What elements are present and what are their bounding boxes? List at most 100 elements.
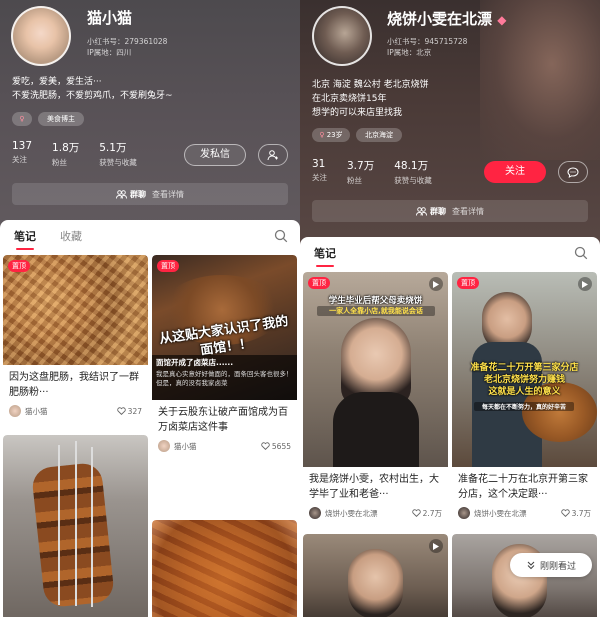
author-name[interactable]: 烧饼小雯在北漂 [474, 508, 561, 519]
female-icon: ♀ [19, 115, 25, 123]
stat-fans[interactable]: 1.8万 粉丝 [52, 140, 79, 168]
group-chat-bar[interactable]: 群聊 查看详情 [312, 200, 588, 222]
like-button[interactable]: 2.7万 [411, 508, 442, 519]
stat-num: 3.7万 [347, 160, 375, 172]
author-avatar[interactable] [158, 440, 170, 452]
recently-viewed-button[interactable]: 刚刚看过 [510, 553, 592, 577]
profile-bio: 爱吃，爱美，爱生活··· 不爱洗肥肠，不爱剪鸡爪，不爱刷兔牙~ [12, 75, 173, 103]
add-user-icon [267, 150, 278, 161]
note-card[interactable]: 置顶 学生毕业后帮父母卖烧饼 一家人全靠小店,就我能说会话 我是烧饼小雯，农村出… [303, 272, 448, 523]
tab-collections[interactable]: 收藏 [60, 228, 82, 244]
search-icon[interactable] [274, 229, 288, 243]
tab-notes[interactable]: 笔记 [314, 245, 336, 267]
group-icon [116, 189, 127, 199]
stat-likes[interactable]: 48.1万获赞与收藏 [394, 158, 432, 186]
age-tag: ♀ 23岁 [312, 128, 350, 142]
stat-following[interactable]: 31 关注 [312, 158, 327, 186]
chat-bubble-icon [567, 166, 579, 178]
author-avatar[interactable] [309, 507, 321, 519]
group-icon [416, 206, 427, 216]
note-card[interactable]: 置顶 从这贴大家认识了我的面馆！！ 面馆开成了卤菜店...... 我是真心实意好… [152, 255, 297, 456]
like-button[interactable]: 5655 [261, 442, 291, 451]
like-button[interactable]: 3.7万 [560, 508, 591, 519]
pinned-badge: 置顶 [457, 277, 479, 289]
note-thumbnail: 置顶 准备花二十万开第三家分店 老北京烧饼努力赚钱 这就是人生的意义 每天都在不… [452, 272, 597, 467]
profile-name: 猫小猫 [87, 9, 133, 27]
follow-button[interactable]: 关注 [484, 161, 546, 183]
note-card[interactable] [152, 520, 297, 617]
note-card[interactable]: 置顶 准备花二十万开第三家分店 老北京烧饼努力赚钱 这就是人生的意义 每天都在不… [452, 272, 597, 523]
profile-id: 小红书号：945715728 [387, 37, 468, 46]
location-tag[interactable]: 北京海淀 [356, 128, 402, 142]
note-title: 我是烧饼小雯，农村出生，大学毕了业和老爸··· [309, 474, 439, 500]
note-thumbnail [152, 520, 297, 617]
tab-notes[interactable]: 笔记 [14, 228, 36, 250]
note-card[interactable]: 置顶 因为这盘肥肠，我结识了一群肥肠粉··· 猫小猫 327 [3, 255, 148, 421]
profile-name: 烧饼小雯在北漂 ◆ [387, 8, 506, 29]
profile-ip: IP属地：北京 [387, 48, 432, 57]
stat-num: 137 [12, 140, 33, 152]
profile-ip: IP属地：四川 [87, 48, 132, 57]
thumbnail-caption: 面馆开成了卤菜店...... 我是真心实意好好做面的，面条回头客也很多！但是，真… [152, 355, 297, 400]
video-play-icon [578, 277, 592, 291]
stat-num: 31 [312, 158, 326, 170]
thumbnail-overlay-subtext: 每天都在不断努力，真的好辛苦 [474, 402, 574, 411]
thumbnail-overlay-subtext: 一家人全靠小店,就我能说会话 [317, 306, 435, 316]
stat-label: 粉丝 [347, 176, 362, 185]
stat-label: 关注 [12, 155, 27, 164]
stat-label: 获赞与收藏 [99, 158, 137, 167]
stat-likes[interactable]: 5.1万 获赞与收藏 [99, 140, 137, 168]
author-name[interactable]: 猫小猫 [174, 441, 261, 452]
send-message-button[interactable]: 发私信 [184, 144, 246, 166]
like-button[interactable]: 327 [116, 407, 142, 416]
note-title: 准备花二十万在北京开第三家分店，这个决定跟··· [458, 474, 588, 500]
search-icon[interactable] [574, 246, 588, 260]
profile-tabs: 笔记 [300, 237, 600, 269]
stat-label: 获赞与收藏 [394, 176, 432, 185]
like-count: 3.7万 [571, 508, 591, 518]
stat-label: 关注 [312, 173, 327, 182]
video-play-icon [429, 277, 443, 291]
profile-tag[interactable]: 美食博主 [38, 112, 84, 126]
author-name[interactable]: 猫小猫 [25, 406, 117, 417]
note-title: 关于云股东让破产面馆成为百万卤菜店这件事 [158, 407, 288, 433]
avatar[interactable] [11, 6, 71, 66]
heart-icon [560, 509, 570, 517]
heart-icon [261, 442, 270, 450]
add-friend-button[interactable] [258, 144, 288, 166]
note-card[interactable] [3, 435, 148, 617]
gender-female-tag: ♀ [12, 112, 32, 126]
stat-fans[interactable]: 3.7万粉丝 [347, 158, 374, 186]
like-count: 5655 [271, 441, 291, 451]
bio-line: 爱吃，爱美，爱生活··· [12, 77, 102, 87]
caption-title: 面馆开成了卤菜店...... [156, 358, 234, 367]
bio-line: 不爱洗肥肠，不爱剪鸡爪，不爱刷兔牙~ [12, 91, 173, 101]
stat-num: 48.1万 [394, 160, 429, 172]
profile-stats: 137 关注 1.8万 粉丝 5.1万 获赞与收藏 [12, 140, 157, 168]
stat-following[interactable]: 137 关注 [12, 140, 32, 168]
note-thumbnail [303, 534, 448, 617]
group-details-link[interactable]: 查看详情 [452, 206, 484, 217]
bio-line: 在北京卖烧饼15年 [312, 94, 387, 104]
group-chat-bar[interactable]: 群聊 查看详情 [12, 183, 288, 205]
profile-header: 烧饼小雯在北漂 ◆ 小红书号：945715728 IP属地：北京 北京 海淀 魏… [300, 0, 600, 245]
note-card[interactable] [303, 534, 448, 617]
heart-icon [116, 407, 126, 415]
group-details-link[interactable]: 查看详情 [152, 189, 184, 200]
author-avatar[interactable] [9, 405, 21, 417]
author-avatar[interactable] [458, 507, 470, 519]
avatar[interactable] [312, 6, 372, 66]
bio-line: 北京 海淀 魏公村 老北京烧饼 [312, 80, 429, 90]
author-name[interactable]: 烧饼小雯在北漂 [325, 508, 412, 519]
profile-id: 小红书号：279361028 [87, 37, 168, 46]
age-tag-text: 23岁 [326, 131, 343, 139]
video-play-icon [429, 539, 443, 553]
chat-button[interactable] [558, 161, 588, 183]
caption-body: 我是真心实意好好做面的，面条回头客也很多！但是，真的没有我家卤菜 [156, 370, 293, 387]
pinned-badge: 置顶 [308, 277, 330, 289]
profile-bio: 北京 海淀 魏公村 老北京烧饼 在北京卖烧饼15年 想学的可以来店里找我 [312, 78, 429, 120]
note-footer: 猫小猫 5655 [152, 436, 297, 456]
thumbnail-overlay-text: 准备花二十万开第三家分店 老北京烧饼努力赚钱 这就是人生的意义 [470, 363, 579, 397]
profile-tabs: 笔记 收藏 [0, 220, 300, 252]
note-thumbnail: 置顶 学生毕业后帮父母卖烧饼 一家人全靠小店,就我能说会话 [303, 272, 448, 467]
